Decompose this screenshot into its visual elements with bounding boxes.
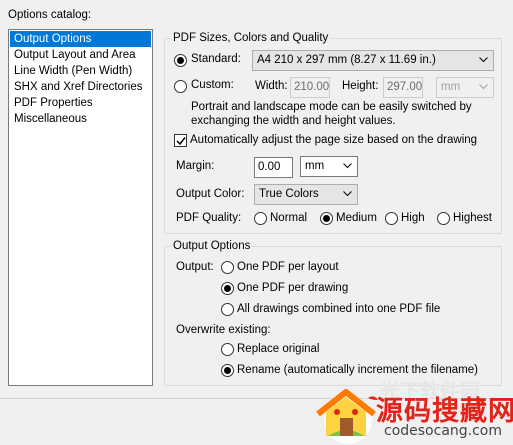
custom-label: Custom: — [191, 79, 234, 91]
options-catalog-label: Options catalog: — [8, 9, 92, 21]
auto-adjust-checkbox[interactable] — [174, 134, 187, 147]
catalog-item-miscellaneous[interactable]: Miscellaneous — [10, 111, 151, 127]
overwrite-rename-radio[interactable] — [221, 364, 234, 377]
catalog-item-output-options[interactable]: Output Options — [10, 31, 151, 47]
custom-unit-value: mm — [441, 81, 461, 93]
overwrite-replace-label: Replace original — [237, 343, 320, 355]
pdf-quality-label: PDF Quality: — [176, 212, 242, 224]
custom-unit-select[interactable]: mm — [436, 77, 494, 98]
output-color-select[interactable]: True Colors — [254, 184, 358, 205]
catalog-item-pdf-properties[interactable]: PDF Properties — [10, 95, 151, 111]
overwrite-label: Overwrite existing: — [176, 324, 271, 336]
height-label: Height: — [342, 80, 379, 92]
margin-label: Margin: — [176, 160, 215, 172]
output-combined-label: All drawings combined into one PDF file — [237, 303, 441, 315]
quality-normal-radio[interactable] — [254, 212, 267, 225]
output-per-drawing-radio[interactable] — [221, 282, 234, 295]
width-value: 210.00 — [294, 81, 330, 93]
options-catalog-list[interactable]: Output Options Output Layout and Area Li… — [8, 29, 153, 386]
output-label: Output: — [176, 261, 214, 273]
quality-high-radio[interactable] — [385, 212, 398, 225]
standard-size-value: A4 210 x 297 mm (8.27 x 11.69 in.) — [257, 54, 436, 66]
catalog-item-output-layout[interactable]: Output Layout and Area — [10, 47, 151, 63]
margin-input[interactable]: 0.00 — [254, 157, 293, 178]
output-per-layout-label: One PDF per layout — [237, 261, 339, 273]
quality-medium-radio[interactable] — [320, 212, 333, 225]
catalog-item-shx-xref[interactable]: SHX and Xref Directories — [10, 79, 151, 95]
quality-highest-label: Highest — [453, 212, 492, 224]
overwrite-replace-radio[interactable] — [221, 343, 234, 356]
margin-value: 0.00 — [258, 161, 281, 173]
height-value: 297.00 — [387, 81, 423, 93]
quality-medium-label: Medium — [336, 212, 377, 224]
catalog-item-line-width[interactable]: Line Width (Pen Width) — [10, 63, 151, 79]
pdf-sizes-group-title: PDF Sizes, Colors and Quality — [171, 31, 331, 45]
quality-highest-radio[interactable] — [437, 212, 450, 225]
standard-radio[interactable] — [174, 54, 187, 67]
output-options-group-title: Output Options — [171, 239, 253, 253]
height-input[interactable]: 297.00 — [383, 77, 423, 98]
output-combined-radio[interactable] — [221, 303, 234, 316]
output-per-drawing-label: One PDF per drawing — [237, 282, 349, 294]
auto-adjust-label: Automatically adjust the page size based… — [190, 134, 478, 146]
house-logo-icon — [316, 389, 378, 444]
checkmark-icon — [176, 137, 186, 146]
output-color-label: Output Color: — [176, 188, 245, 200]
quality-high-label: High — [401, 212, 425, 224]
width-input[interactable]: 210.00 — [290, 77, 330, 98]
chevron-down-icon — [479, 84, 488, 90]
chevron-down-icon — [343, 191, 352, 197]
standard-label: Standard: — [191, 53, 241, 65]
orientation-note: Portrait and landscape mode can be easil… — [191, 101, 472, 127]
quality-normal-label: Normal — [270, 212, 308, 224]
margin-unit-select[interactable]: mm — [300, 156, 358, 177]
watermark-url: codesocang.com — [384, 423, 503, 439]
width-label: Width: — [255, 80, 288, 92]
output-color-value: True Colors — [259, 188, 319, 200]
output-per-layout-radio[interactable] — [221, 261, 234, 274]
margin-unit-value: mm — [305, 160, 325, 172]
custom-radio[interactable] — [174, 80, 187, 93]
chevron-down-icon — [343, 163, 352, 169]
standard-size-select[interactable]: A4 210 x 297 mm (8.27 x 11.69 in.) — [252, 50, 494, 71]
chevron-down-icon — [479, 57, 488, 63]
